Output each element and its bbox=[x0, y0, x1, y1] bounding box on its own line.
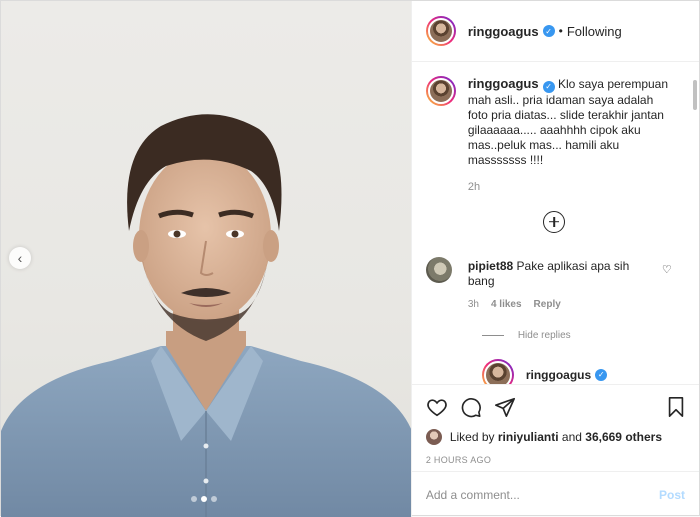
reply-item: ringgoagus ✓ bbox=[481, 358, 683, 384]
caption-avatar[interactable] bbox=[425, 76, 456, 106]
previous-slide-button[interactable]: ‹ bbox=[9, 247, 31, 269]
post-timestamp[interactable]: 2 HOURS AGO bbox=[426, 455, 687, 465]
comment-item: pipiet88 Pake aplikasi apa sih bang ♡ bbox=[425, 256, 683, 289]
likes-and: and bbox=[561, 430, 582, 444]
verified-badge-icon: ✓ bbox=[542, 80, 555, 93]
comment-heart-icon[interactable]: ♡ bbox=[662, 263, 672, 289]
comment-icon[interactable] bbox=[460, 396, 482, 418]
caption-username[interactable]: ringgoagus bbox=[468, 76, 539, 91]
send-icon[interactable] bbox=[494, 396, 516, 418]
comment-likes[interactable]: 4 likes bbox=[491, 299, 522, 310]
hide-replies-label: Hide replies bbox=[517, 329, 571, 341]
scrollbar-thumb[interactable] bbox=[693, 80, 697, 110]
plus-circle-icon[interactable] bbox=[543, 210, 566, 233]
comment-username[interactable]: pipiet88 bbox=[468, 259, 513, 273]
carousel-dot bbox=[211, 496, 217, 502]
verified-badge-icon: ✓ bbox=[542, 25, 555, 37]
post-header: ringgoagus ✓ • Following bbox=[411, 1, 699, 62]
caption-time[interactable]: 2h bbox=[468, 180, 676, 195]
post-comment-button[interactable]: Post bbox=[659, 488, 685, 502]
carousel-indicator bbox=[191, 496, 217, 502]
comment-input[interactable] bbox=[425, 487, 659, 502]
liker-avatar[interactable] bbox=[425, 429, 442, 445]
carousel-dot bbox=[191, 496, 197, 502]
man-portrait-image bbox=[1, 114, 411, 517]
carousel-dot-active bbox=[201, 496, 207, 502]
reply-avatar[interactable] bbox=[481, 358, 514, 384]
author-username[interactable]: ringgoagus bbox=[468, 24, 539, 39]
add-comment-bar: Post bbox=[411, 471, 699, 517]
following-button[interactable]: Following bbox=[567, 24, 622, 39]
post-photo: ‹ bbox=[1, 1, 411, 517]
comment-meta: 3h 4 likes Reply bbox=[468, 299, 683, 310]
comment-time[interactable]: 3h bbox=[468, 299, 479, 310]
likes-others-count[interactable]: 36,669 others bbox=[585, 430, 662, 444]
reply-username[interactable]: ringgoagus bbox=[526, 368, 591, 382]
liker-username[interactable]: riniyulianti bbox=[498, 430, 559, 444]
divider-line bbox=[481, 334, 504, 336]
heart-icon[interactable] bbox=[426, 396, 448, 418]
commenter-avatar[interactable] bbox=[425, 256, 452, 283]
author-avatar[interactable] bbox=[425, 16, 456, 46]
bookmark-icon[interactable] bbox=[665, 396, 687, 418]
verified-badge-icon: ✓ bbox=[595, 368, 608, 381]
instagram-post: ‹ ringgoagus ✓ • Following ringgoagus ✓ K… bbox=[0, 0, 700, 517]
post-actions: Liked by riniyulianti and 36,669 others … bbox=[411, 384, 699, 517]
liked-by-prefix: Liked by bbox=[449, 430, 495, 444]
post-sidebar: ringgoagus ✓ • Following ringgoagus ✓ Klo… bbox=[410, 1, 699, 517]
comments-section: ringgoagus ✓ Klo saya perempuan mah asli.… bbox=[412, 62, 699, 384]
separator-dot: • bbox=[558, 24, 563, 38]
scrollbar[interactable] bbox=[691, 72, 697, 372]
action-icons bbox=[426, 393, 687, 421]
hide-replies-button[interactable]: Hide replies bbox=[481, 329, 683, 341]
post-caption: ringgoagus ✓ Klo saya perempuan mah asli.… bbox=[425, 76, 683, 195]
reply-button[interactable]: Reply bbox=[534, 299, 561, 310]
likes-summary: Liked by riniyulianti and 36,669 others bbox=[425, 429, 687, 445]
chevron-left-icon: ‹ bbox=[17, 250, 23, 266]
